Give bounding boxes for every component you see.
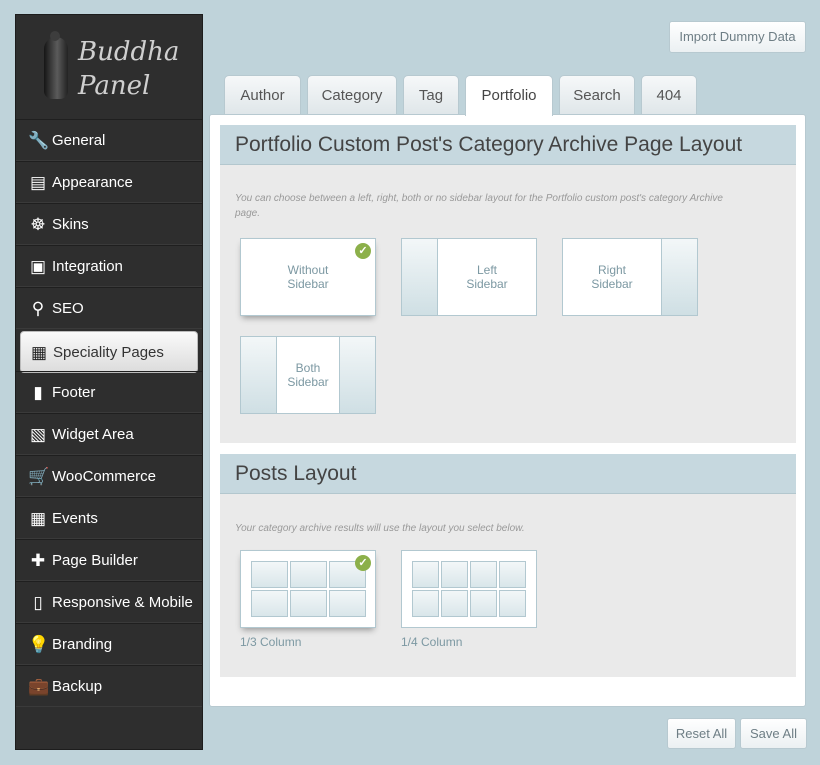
- window-cursor-icon: ▣: [29, 257, 47, 276]
- section-title: Posts Layout: [220, 454, 796, 494]
- sidebar-item-appearance[interactable]: ▤ Appearance: [16, 161, 202, 203]
- wrench-icon: 🔧: [28, 131, 50, 150]
- option-label-line1: Right: [597, 263, 626, 277]
- tab-tag[interactable]: Tag: [403, 75, 459, 115]
- sidebar-item-seo[interactable]: ⚲ SEO: [16, 287, 202, 329]
- sidebar-item-label: SEO: [52, 300, 84, 317]
- logo-text-line2: Panel: [78, 71, 151, 101]
- sidebar-item-footer[interactable]: ▮ Footer: [16, 371, 202, 413]
- widget-icon: ▧: [29, 425, 47, 444]
- import-dummy-data-button[interactable]: Import Dummy Data: [669, 21, 806, 53]
- sidebar-layout-section: Portfolio Custom Post's Category Archive…: [220, 125, 796, 443]
- sidebar-item-label: Speciality Pages: [53, 344, 164, 361]
- tab-category[interactable]: Category: [307, 75, 397, 115]
- calendar-icon: ▦: [29, 509, 47, 528]
- check-icon: ✓: [355, 555, 371, 571]
- layout-option-right-sidebar[interactable]: Right Sidebar: [562, 238, 698, 316]
- tablet-icon: ▯: [33, 593, 43, 612]
- sidebar-item-widget-area[interactable]: ▧ Widget Area: [16, 413, 202, 455]
- sidebar-item-label: Appearance: [52, 174, 133, 191]
- tab-portfolio[interactable]: Portfolio: [465, 75, 553, 116]
- sidebar-item-general[interactable]: 🔧 General: [16, 119, 202, 161]
- layout-option-without-sidebar[interactable]: ✓ Without Sidebar: [240, 238, 376, 316]
- posts-layout-option-label: 1/4 Column: [401, 635, 463, 649]
- posts-layout-option-4-column[interactable]: [401, 550, 537, 628]
- sidebar-item-label: Widget Area: [52, 426, 134, 443]
- logo: Buddha Panel: [16, 15, 202, 119]
- page-add-icon: ✚: [30, 551, 46, 570]
- briefcase-icon: 💼: [28, 677, 50, 696]
- layout-option-both-sidebar[interactable]: Both Sidebar: [240, 336, 376, 414]
- main-panel: Portfolio Custom Post's Category Archive…: [209, 114, 806, 707]
- sidebar-item-label: Backup: [52, 678, 103, 695]
- sidebar-item-label: Page Builder: [52, 552, 138, 569]
- posts-layout-option-3-column[interactable]: ✓: [240, 550, 376, 628]
- sidebar-item-label: Responsive & Mobile: [52, 594, 193, 611]
- sidebar-item-label: General: [52, 132, 106, 149]
- section-description-line2: page.: [235, 208, 261, 219]
- sidebar-item-responsive-mobile[interactable]: ▯ Responsive & Mobile: [16, 581, 202, 623]
- tab-author[interactable]: Author: [224, 75, 301, 115]
- posts-layout-section: Posts Layout Your category archive resul…: [220, 454, 796, 677]
- layout-option-left-sidebar[interactable]: Left Sidebar: [401, 238, 537, 316]
- section-description: Your category archive results will use t…: [235, 523, 525, 534]
- helm-icon: ☸: [30, 215, 46, 234]
- sidebar-item-label: Integration: [52, 258, 123, 275]
- search-icon: ⚲: [31, 299, 45, 318]
- sidebar-item-skins[interactable]: ☸ Skins: [16, 203, 202, 245]
- save-all-button[interactable]: Save All: [740, 718, 807, 749]
- sidebar-column: [339, 337, 375, 413]
- section-title: Portfolio Custom Post's Category Archive…: [220, 125, 796, 165]
- sidebar-item-label: Skins: [52, 216, 89, 233]
- tab-404[interactable]: 404: [641, 75, 697, 115]
- footer-icon: ▮: [33, 383, 43, 402]
- check-icon: ✓: [355, 243, 371, 259]
- tab-search[interactable]: Search: [559, 75, 635, 115]
- sidebar: Buddha Panel 🔧 General ▤ Appearance ☸ Sk…: [15, 14, 203, 750]
- grid-icon: ▦: [30, 343, 48, 362]
- sidebar-column: [661, 239, 697, 315]
- posts-layout-option-label: 1/3 Column: [240, 635, 302, 649]
- sidebar-item-label: Branding: [52, 636, 113, 653]
- sidebar-item-label: Events: [52, 510, 98, 527]
- option-label-line1: Left: [476, 263, 497, 277]
- section-description-line1: You can choose between a left, right, bo…: [235, 193, 723, 204]
- sidebar-item-label: WooCommerce: [52, 468, 156, 485]
- option-label-line2: Sidebar: [591, 277, 633, 291]
- sidebar-item-page-builder[interactable]: ✚ Page Builder: [16, 539, 202, 581]
- cart-icon: 🛒: [28, 467, 50, 486]
- sidebar-column: [241, 337, 277, 413]
- reset-all-button[interactable]: Reset All: [667, 718, 736, 749]
- sidebar-item-backup[interactable]: 💼 Backup: [16, 665, 202, 707]
- option-label-line1: Both: [295, 361, 321, 375]
- sidebar-column: [402, 239, 438, 315]
- sidebar-item-label: Footer: [52, 384, 96, 401]
- logo-text-line1: Buddha: [78, 37, 180, 67]
- sidebar-item-events[interactable]: ▦ Events: [16, 497, 202, 539]
- layout-icon: ▤: [29, 173, 47, 192]
- lightbulb-icon: 💡: [28, 635, 50, 654]
- option-label-line2: Sidebar: [287, 277, 329, 291]
- buddha-head-icon: [44, 31, 68, 99]
- sidebar-item-branding[interactable]: 💡 Branding: [16, 623, 202, 665]
- sidebar-item-woocommerce[interactable]: 🛒 WooCommerce: [16, 455, 202, 497]
- sidebar-item-speciality-pages[interactable]: ▦ Speciality Pages: [20, 331, 198, 373]
- option-label-line2: Sidebar: [466, 277, 508, 291]
- option-label-line1: Without: [287, 263, 329, 277]
- sidebar-item-integration[interactable]: ▣ Integration: [16, 245, 202, 287]
- option-label-line2: Sidebar: [287, 375, 329, 389]
